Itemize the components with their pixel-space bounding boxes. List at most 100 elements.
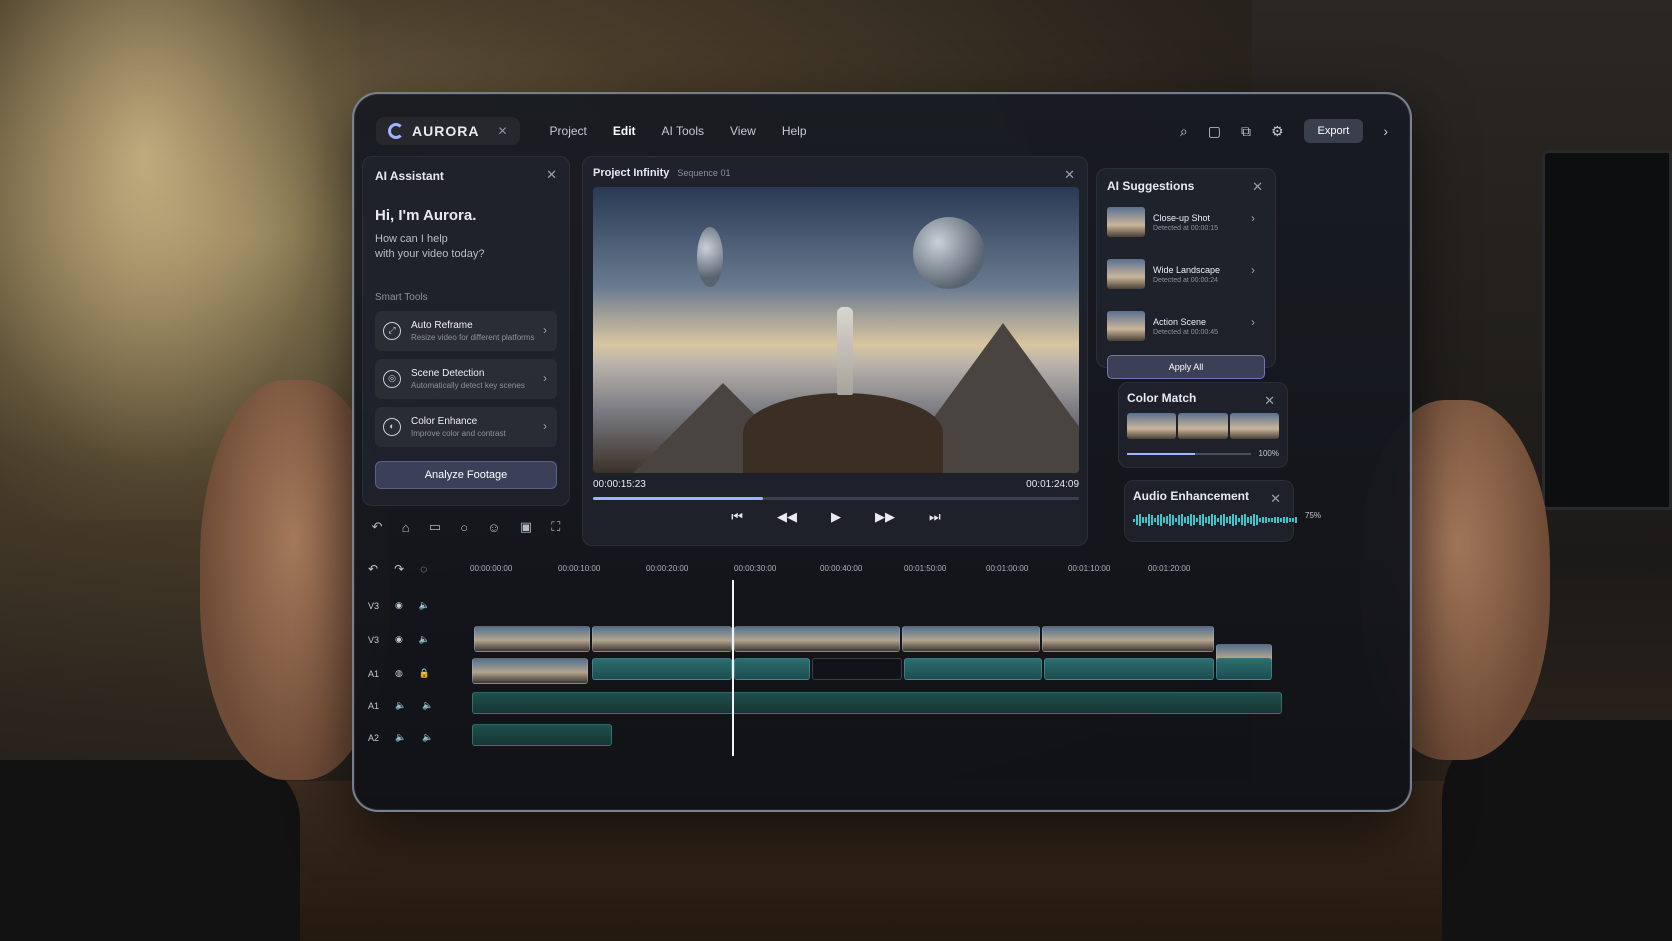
menu-project[interactable]: Project [550, 124, 587, 138]
audio-clip[interactable] [472, 724, 612, 746]
snap-icon[interactable]: ◌ [420, 562, 427, 576]
empty-clip[interactable] [812, 658, 902, 680]
menu-ai-tools[interactable]: AI Tools [662, 124, 704, 138]
transport-controls: ⏮ ◀◀ ▶ ▶▶ ⏭ [593, 509, 1079, 525]
crop-icon[interactable]: ⌂ [402, 520, 410, 535]
color-thumbnail[interactable] [1127, 413, 1177, 439]
suggestion-time: Detected at 00:00:45 [1153, 328, 1218, 336]
playhead[interactable] [732, 580, 734, 756]
close-icon[interactable]: ✕ [1252, 179, 1263, 195]
wave-bar [1169, 514, 1171, 526]
eye-icon[interactable]: ◉ [395, 600, 403, 611]
volume-icon[interactable]: 🔈 [395, 700, 406, 711]
wave-bar [1268, 517, 1270, 523]
audio-clip[interactable] [1216, 658, 1272, 680]
track-label: A1 ◍ 🔒 [368, 668, 430, 679]
volume-icon[interactable]: 🔈 [422, 732, 433, 743]
tool-name: Auto Reframe [411, 320, 473, 331]
globe-icon[interactable]: ◍ [395, 668, 403, 679]
color-match-slider[interactable]: 100% [1127, 449, 1279, 458]
apply-all-button[interactable]: Apply All [1107, 355, 1265, 379]
suggestion-item[interactable]: Action Scene Detected at 00:00:45 › [1107, 303, 1265, 349]
top-bar: AURORA ✕ Project Edit AI Tools View Help… [376, 114, 1388, 148]
skip-end-icon[interactable]: ⏭ [929, 509, 941, 525]
volume-icon[interactable]: 🔈 [422, 700, 433, 711]
tool-desc: Resize video for different platforms [411, 333, 535, 342]
video-clip[interactable] [592, 626, 732, 652]
transform-icon[interactable]: ⛶ [551, 519, 560, 535]
chevron-right-icon[interactable]: › [1383, 123, 1388, 139]
share-icon[interactable]: ⧉ [1241, 123, 1251, 140]
audio-enhancement-title: Audio Enhancement [1133, 489, 1250, 503]
audio-level-row[interactable]: 75% [1133, 503, 1321, 527]
track-label: A1 🔈 🔈 [368, 700, 433, 711]
suggestion-item[interactable]: Close-up Shot Detected at 00:00:15 › [1107, 199, 1265, 245]
wave-bar [1208, 516, 1210, 524]
audio-clip[interactable] [904, 658, 1042, 680]
color-thumbnail[interactable] [1178, 413, 1228, 439]
video-clip[interactable] [474, 626, 590, 652]
close-icon[interactable]: ✕ [1270, 491, 1281, 507]
export-button[interactable]: Export [1303, 119, 1364, 143]
track-name: V3 [368, 600, 380, 611]
wave-bar [1193, 515, 1195, 525]
timeline-tools: ↶ ↷ ◌ [368, 562, 427, 576]
wave-bar [1253, 514, 1255, 526]
undo-icon[interactable]: ↶ [372, 519, 383, 535]
ruler-tick: 00:00:40:00 [820, 564, 863, 573]
tool-scene-detection[interactable]: ◎ Scene Detection Automatically detect k… [375, 359, 557, 399]
audio-lane-1 [472, 692, 1310, 718]
play-icon[interactable]: ▶ [831, 509, 841, 525]
audio-clip[interactable] [472, 692, 1282, 714]
suggestion-item[interactable]: Wide Landscape Detected at 00:00:24 › [1107, 251, 1265, 297]
video-clip[interactable] [472, 658, 588, 684]
analyze-footage-button[interactable]: Analyze Footage [375, 461, 557, 489]
scrub-bar[interactable] [593, 497, 1079, 500]
eye-icon[interactable]: ◉ [395, 634, 403, 645]
menu-help[interactable]: Help [782, 124, 807, 138]
chat-icon[interactable]: ▢ [1208, 123, 1221, 140]
app-brand[interactable]: AURORA ✕ [376, 117, 520, 145]
video-clip[interactable] [1042, 626, 1214, 652]
close-icon[interactable]: ✕ [546, 167, 557, 183]
volume-icon[interactable]: 🔈 [419, 634, 430, 645]
snapshot-icon[interactable]: ▣ [520, 519, 532, 535]
chevron-right-icon: › [543, 419, 547, 433]
settings-icon[interactable]: ⚙ [1271, 123, 1284, 140]
search-icon[interactable]: ⌕ [1180, 123, 1188, 140]
close-icon[interactable]: ✕ [497, 124, 507, 138]
tool-auto-reframe[interactable]: ⤢ Auto Reframe Resize video for differen… [375, 311, 557, 351]
volume-icon[interactable]: 🔈 [395, 732, 406, 743]
circle-icon[interactable]: ○ [460, 520, 468, 535]
timecodes: 00:00:15:23 00:01:24:09 [593, 479, 1079, 490]
close-icon[interactable]: ✕ [1264, 393, 1275, 409]
video-clip[interactable] [902, 626, 1040, 652]
greeting-subline-1: How can I help [375, 233, 448, 245]
video-clip[interactable] [734, 626, 900, 652]
menu-view[interactable]: View [730, 124, 756, 138]
video-preview[interactable] [593, 187, 1079, 473]
track-name: V3 [368, 634, 380, 645]
tool-color-enhance[interactable]: ◐ Color Enhance Improve color and contra… [375, 407, 557, 447]
undo-icon[interactable]: ↶ [368, 562, 378, 576]
ruler-tick: 00:01:10:00 [1068, 564, 1111, 573]
menu-edit[interactable]: Edit [613, 124, 636, 138]
wave-bar [1292, 517, 1294, 523]
close-icon[interactable]: ✕ [1064, 167, 1075, 183]
wave-bar [1295, 516, 1297, 524]
audio-clip[interactable] [592, 658, 732, 680]
audio-clip[interactable] [734, 658, 810, 680]
skip-start-icon[interactable]: ⏮ [731, 509, 743, 525]
step-forward-icon[interactable]: ▶▶ [875, 509, 895, 525]
redo-icon[interactable]: ↷ [394, 562, 404, 576]
color-match-panel: Color Match ✕ 100% [1118, 382, 1288, 468]
project-name: Project Infinity [593, 167, 670, 179]
step-back-icon[interactable]: ◀◀ [777, 509, 797, 525]
volume-icon[interactable]: 🔈 [419, 600, 430, 611]
emoji-icon[interactable]: ☺ [487, 520, 500, 535]
lock-icon[interactable]: 🔒 [419, 668, 430, 679]
color-thumbnail[interactable] [1229, 413, 1279, 439]
audio-clip[interactable] [1044, 658, 1214, 680]
frame-icon[interactable]: ▭ [429, 519, 441, 535]
wave-bar [1133, 518, 1135, 522]
